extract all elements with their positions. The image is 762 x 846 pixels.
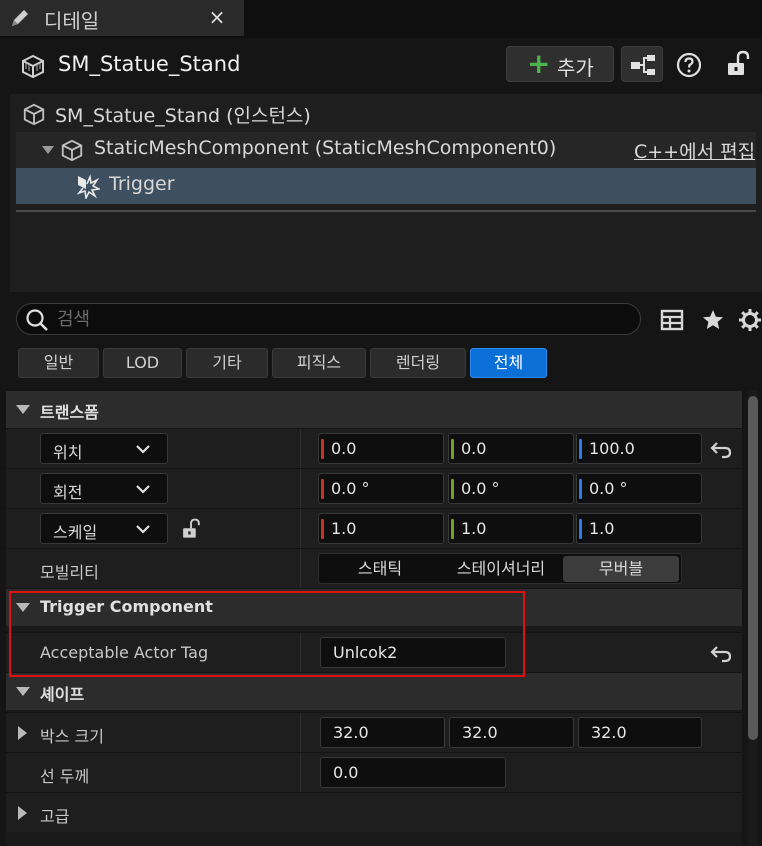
star-icon[interactable] (700, 307, 726, 333)
actor-title: SM_Statue_Stand (58, 52, 241, 76)
highlight-box (9, 591, 525, 677)
table-view-icon[interactable] (659, 307, 685, 333)
location-y-field[interactable]: 0.0 (448, 433, 574, 464)
component-label: StaticMeshComponent (StaticMeshComponent… (94, 137, 557, 159)
static-mesh-icon (22, 54, 44, 79)
static-mesh-icon (23, 103, 45, 126)
line-thickness-label: 선 두께 (40, 767, 90, 786)
category-rendering-button[interactable]: 렌더링 (370, 348, 466, 378)
search-input[interactable] (57, 307, 617, 331)
tree-item-static-mesh-component[interactable]: StaticMeshComponent (StaticMeshComponent… (16, 132, 756, 168)
plus-icon: + (527, 47, 551, 80)
dropdown-label: 회전 (53, 483, 83, 502)
box-extent-x-field[interactable]: 32.0 (320, 717, 445, 748)
property-row-advanced[interactable]: 고급 (6, 792, 742, 832)
collapse-arrow-icon (16, 405, 30, 414)
rotation-dropdown[interactable]: 회전 (40, 473, 168, 504)
box-extent-label: 박스 크기 (40, 727, 104, 746)
line-thickness-field[interactable]: 0.0 (320, 757, 506, 788)
section-transform[interactable]: 트랜스폼 (6, 390, 742, 428)
mobility-static-option[interactable]: 스태틱 (321, 556, 439, 582)
mobility-segmented-control: 스태틱 스테이셔너리 무버블 (318, 553, 682, 584)
property-row-line-thickness: 선 두께 0.0 (6, 752, 742, 793)
tree-item-actor[interactable]: SM_Statue_Stand (인스턴스) (16, 96, 756, 132)
category-misc-button[interactable]: 기타 (186, 348, 268, 378)
rotation-x-field[interactable]: 0.0 ° (318, 473, 444, 504)
tab-bar: 디테일 × (0, 0, 762, 38)
mobility-stationary-option[interactable]: 스테이셔너리 (441, 556, 561, 582)
expand-arrow-icon[interactable] (18, 806, 27, 820)
pencil-icon (12, 10, 28, 26)
expand-arrow-icon[interactable] (42, 146, 54, 154)
dropdown-label: 스케일 (53, 523, 98, 542)
reset-to-default-icon[interactable] (710, 643, 732, 663)
blueprint-icon (631, 55, 655, 75)
gear-icon[interactable] (737, 307, 762, 333)
details-header: SM_Statue_Stand + 추가 (0, 38, 762, 94)
property-row-rotation: 회전 0.0 ° 0.0 ° 0.0 ° (6, 468, 742, 509)
search-bar (16, 303, 641, 335)
advanced-label: 고급 (40, 807, 70, 826)
mobility-movable-option[interactable]: 무버블 (563, 556, 679, 582)
property-row-scale: 스케일 1.0 1.0 1.0 (6, 508, 742, 549)
unlock-icon[interactable] (180, 518, 202, 540)
expand-arrow-icon[interactable] (18, 726, 27, 740)
scale-dropdown[interactable]: 스케일 (40, 513, 168, 544)
close-icon[interactable]: × (206, 6, 228, 28)
category-physics-button[interactable]: 피직스 (272, 348, 366, 378)
section-shape[interactable]: 셰이프 (6, 672, 742, 710)
location-x-field[interactable]: 0.0 (318, 433, 444, 464)
section-title: 셰이프 (40, 685, 85, 704)
category-all-button[interactable]: 전체 (470, 348, 547, 378)
blueprint-button[interactable] (621, 46, 663, 82)
scale-z-field[interactable]: 1.0 (576, 513, 702, 544)
chevron-down-icon (136, 485, 150, 494)
chevron-down-icon (136, 445, 150, 454)
tree-item-trigger[interactable]: Trigger (16, 168, 756, 204)
mobility-label: 모빌리티 (40, 563, 99, 582)
chevron-down-icon (136, 525, 150, 534)
component-tree: SM_Statue_Stand (인스턴스) StaticMeshCompone… (10, 94, 762, 292)
location-dropdown[interactable]: 위치 (40, 433, 168, 464)
property-row-box-extent: 박스 크기 32.0 32.0 32.0 (6, 712, 742, 753)
divider (16, 210, 756, 212)
scale-x-field[interactable]: 1.0 (318, 513, 444, 544)
search-icon (26, 309, 48, 331)
category-lod-button[interactable]: LOD (103, 348, 182, 378)
trigger-icon (76, 174, 100, 199)
trigger-label: Trigger (109, 173, 175, 195)
unlock-icon[interactable] (726, 50, 750, 78)
rotation-y-field[interactable]: 0.0 ° (448, 473, 574, 504)
collapse-arrow-icon (16, 687, 30, 696)
add-button-label: 추가 (557, 56, 594, 80)
reset-to-default-icon[interactable] (710, 439, 732, 459)
tab-details[interactable]: 디테일 × (0, 0, 244, 36)
rotation-z-field[interactable]: 0.0 ° (576, 473, 702, 504)
dropdown-label: 위치 (53, 443, 83, 462)
property-row-mobility: 모빌리티 스태틱 스테이셔너리 무버블 (6, 548, 742, 589)
add-component-button[interactable]: + 추가 (506, 46, 614, 82)
category-general-button[interactable]: 일반 (18, 348, 99, 378)
box-extent-y-field[interactable]: 32.0 (449, 717, 574, 748)
actor-instance-label: SM_Statue_Stand (인스턴스) (55, 105, 311, 127)
edit-in-cpp-link[interactable]: C++에서 편집 (634, 137, 755, 164)
box-extent-z-field[interactable]: 32.0 (578, 717, 702, 748)
section-title: 트랜스폼 (40, 403, 99, 422)
scrollbar[interactable] (748, 390, 758, 846)
scrollbar-thumb[interactable] (748, 396, 758, 740)
property-row-location: 위치 0.0 0.0 100.0 (6, 428, 742, 469)
static-mesh-icon (61, 139, 83, 162)
tab-label: 디테일 (44, 9, 100, 33)
help-icon[interactable] (676, 52, 702, 78)
scale-y-field[interactable]: 1.0 (448, 513, 574, 544)
location-z-field[interactable]: 100.0 (576, 433, 702, 464)
